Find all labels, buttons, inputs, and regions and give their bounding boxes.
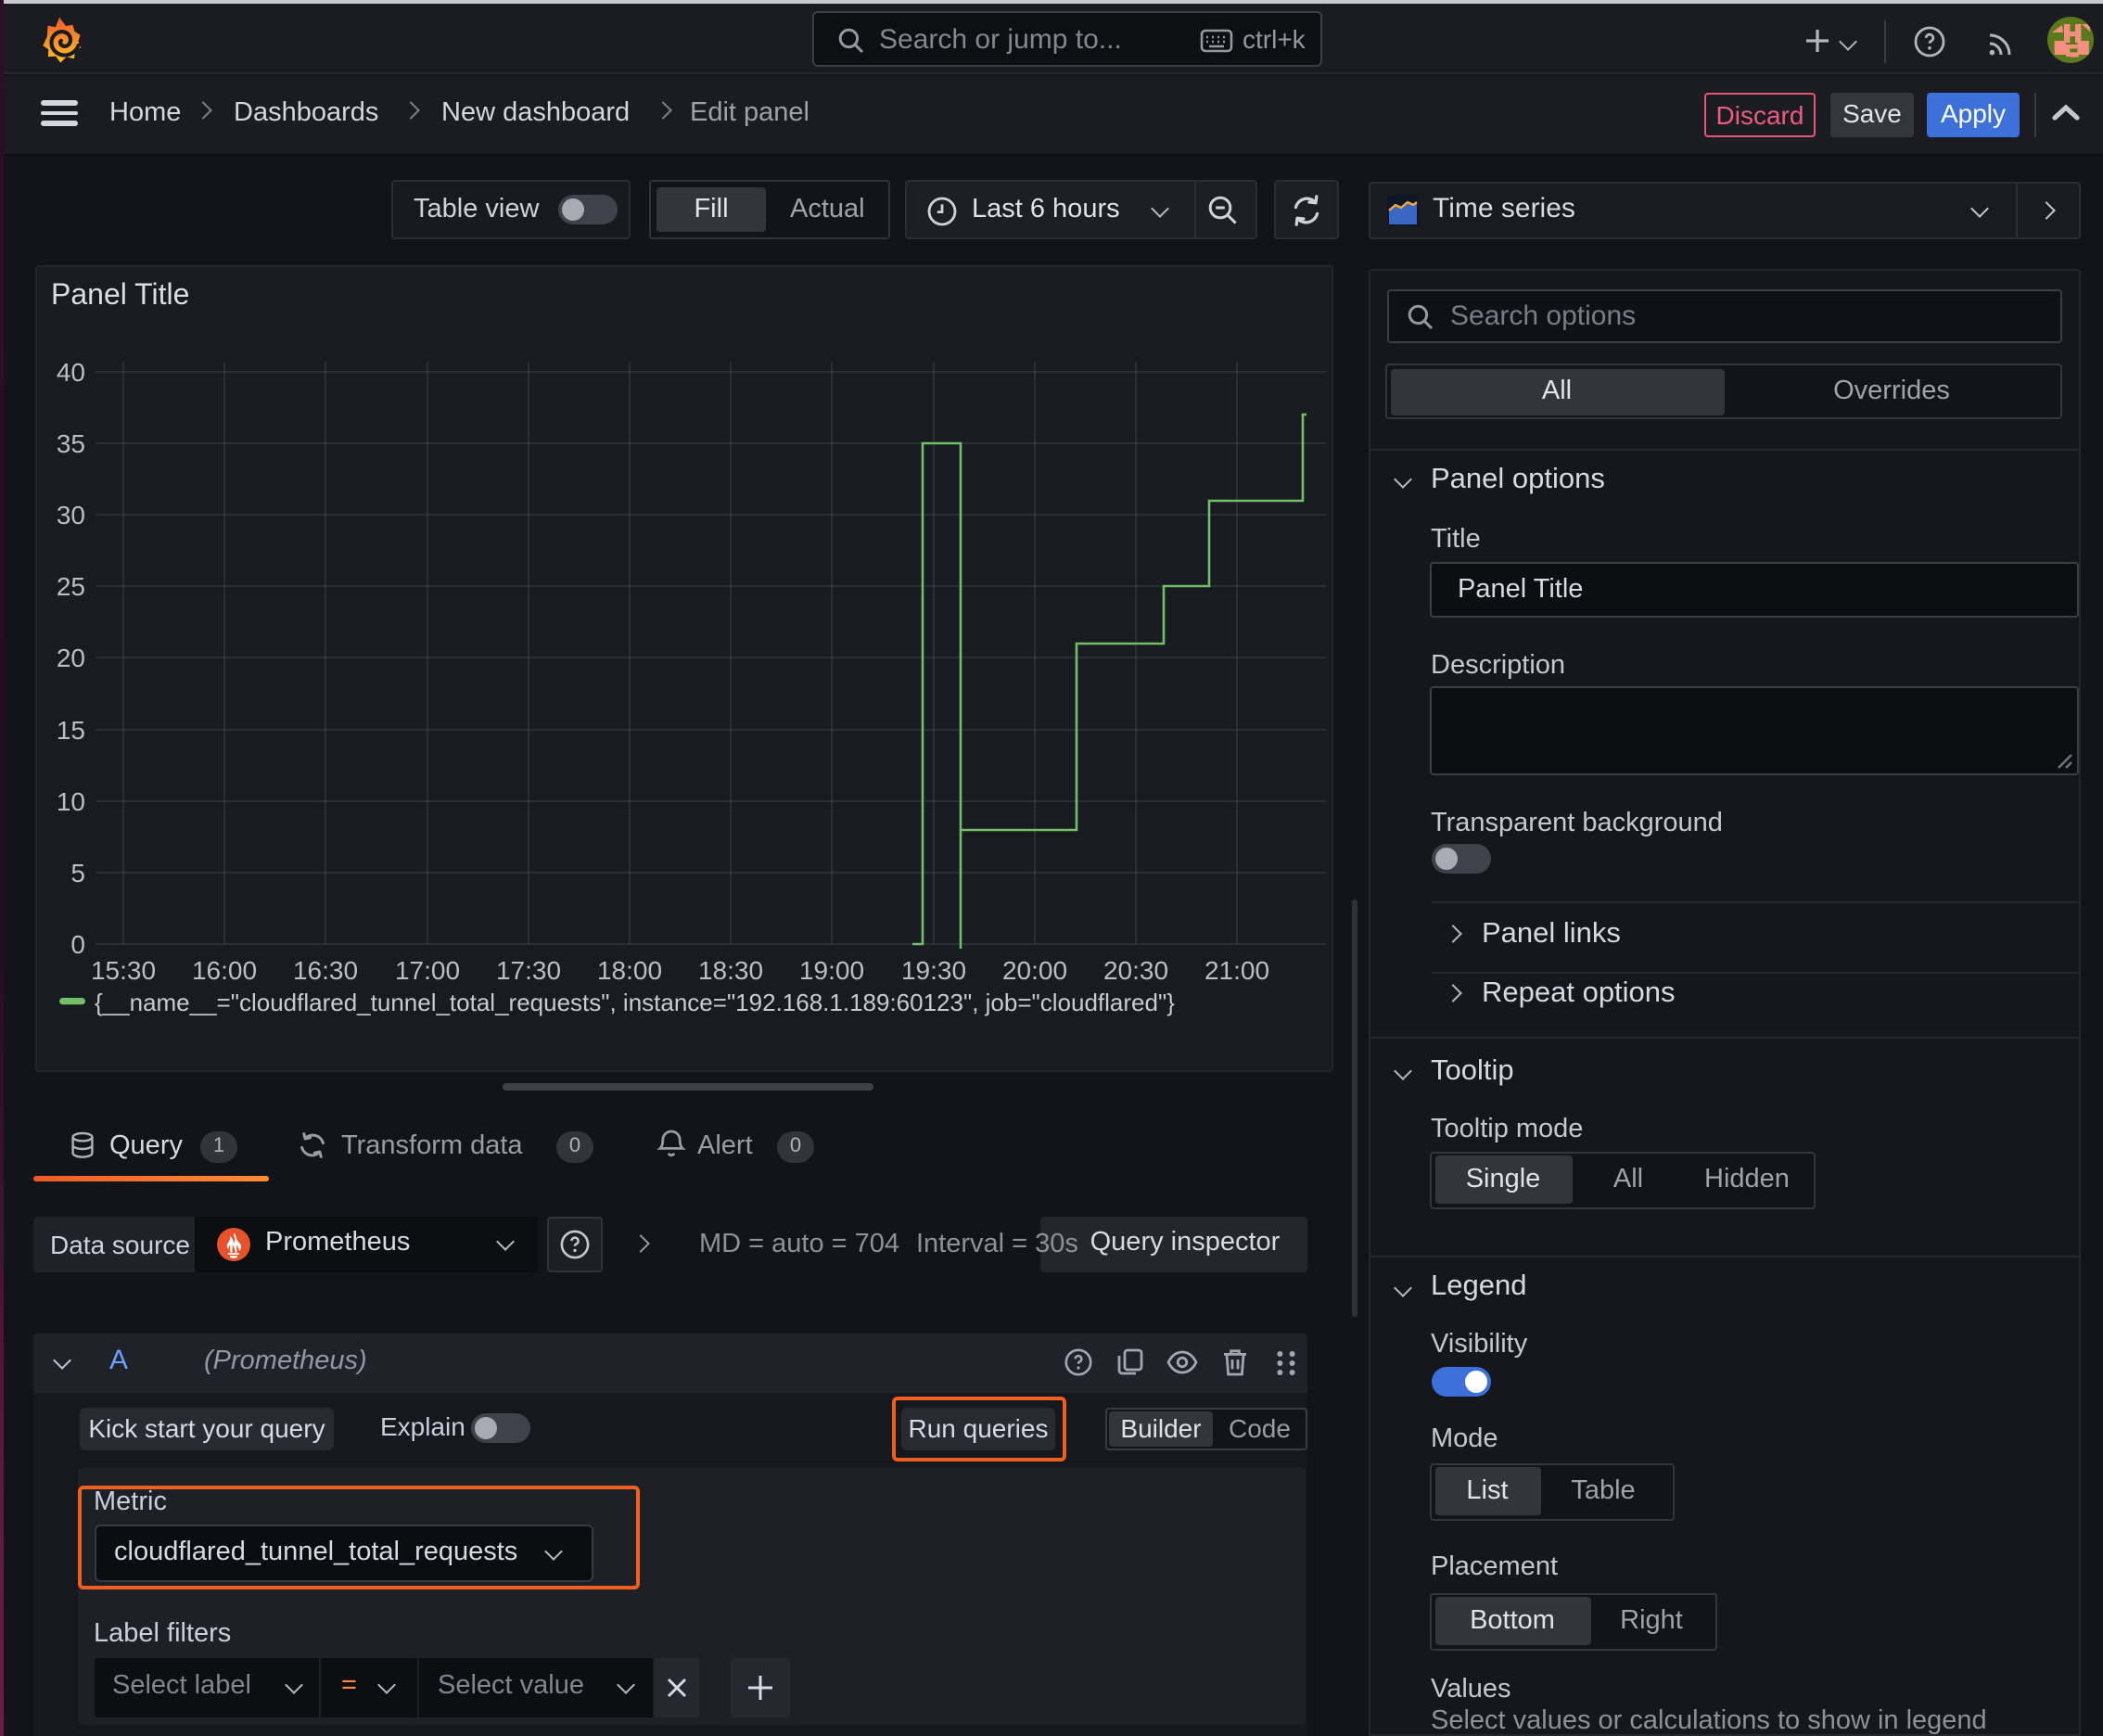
- svg-text:40: 40: [56, 358, 84, 387]
- svg-text:19:00: 19:00: [798, 956, 863, 985]
- svg-text:35: 35: [56, 429, 84, 458]
- svg-text:15: 15: [56, 716, 84, 745]
- svg-text:21:00: 21:00: [1204, 956, 1268, 985]
- svg-text:5: 5: [70, 859, 84, 887]
- svg-text:20: 20: [56, 644, 84, 672]
- svg-text:16:00: 16:00: [191, 956, 256, 985]
- svg-text:0: 0: [70, 930, 84, 959]
- svg-text:{__name__="cloudflared_tunnel_: {__name__="cloudflared_tunnel_total_requ…: [94, 989, 1174, 1016]
- svg-text:18:30: 18:30: [697, 956, 762, 985]
- svg-text:10: 10: [56, 787, 84, 816]
- svg-text:17:00: 17:00: [394, 956, 459, 985]
- svg-text:25: 25: [56, 572, 84, 601]
- svg-text:20:30: 20:30: [1102, 956, 1167, 985]
- svg-text:16:30: 16:30: [292, 956, 357, 985]
- svg-text:19:30: 19:30: [900, 956, 965, 985]
- svg-text:20:00: 20:00: [1001, 956, 1066, 985]
- svg-text:18:00: 18:00: [596, 956, 661, 985]
- svg-text:15:30: 15:30: [90, 956, 155, 985]
- svg-text:17:30: 17:30: [495, 956, 560, 985]
- svg-text:30: 30: [56, 501, 84, 530]
